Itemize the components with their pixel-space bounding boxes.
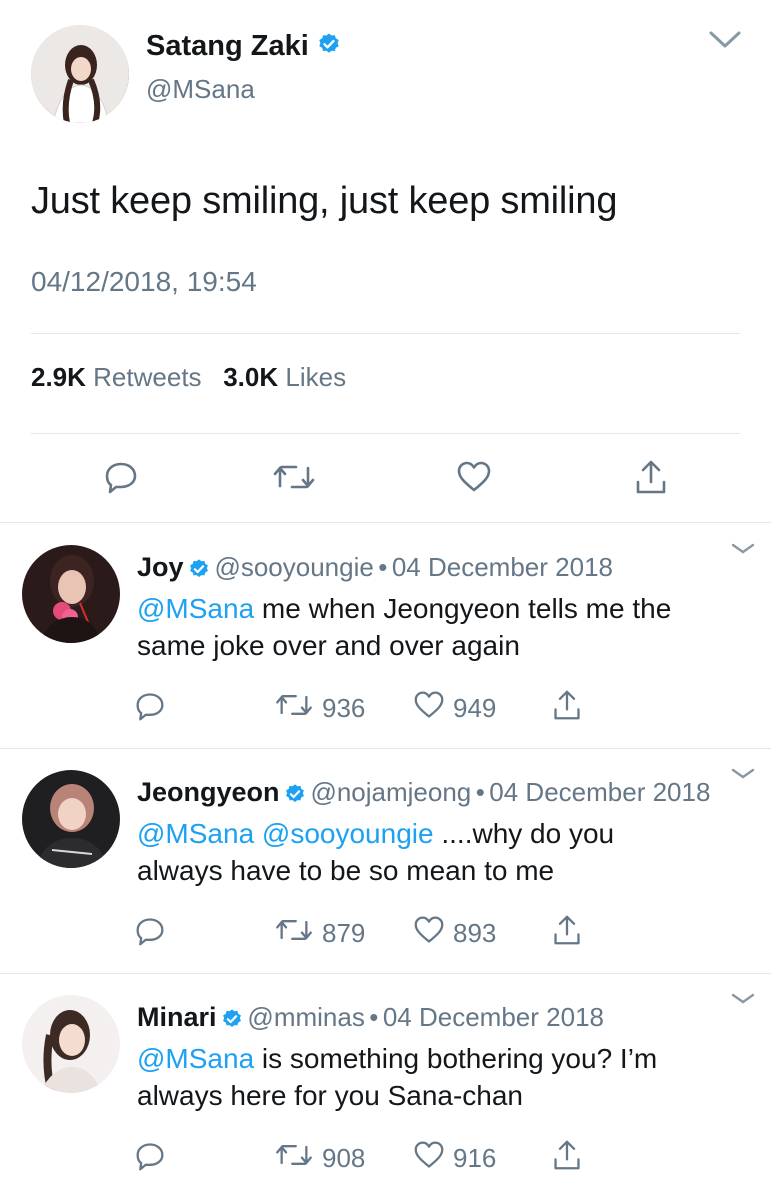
mention-link[interactable]: @MSana [137,1043,254,1074]
reply-icon[interactable] [135,1140,165,1177]
reply-header: Minari @mminas • 04 December 2018 [137,1002,604,1035]
reply-icon[interactable] [104,460,138,499]
retweet-action[interactable]: 936 [274,690,365,727]
like-icon [413,690,445,727]
main-author-handle[interactable]: @MSana [146,74,255,105]
retweet-count: 908 [322,1143,366,1173]
retweet-icon [274,1140,314,1177]
reply-date[interactable]: 04 December 2018 [489,777,710,807]
reply-date[interactable]: 04 December 2018 [392,552,613,582]
chevron-down-icon[interactable] [730,766,756,782]
chevron-down-icon[interactable] [730,541,756,557]
reply-date[interactable]: 04 December 2018 [383,1002,604,1032]
main-tweet-timestamp[interactable]: 04/12/2018, 19:54 [31,266,257,298]
main-author-name[interactable]: Satang Zaki [146,30,309,62]
main-avatar[interactable] [31,25,129,123]
reply-author-name[interactable]: Jeongyeon [137,777,280,807]
engagement-stats: 2.9K Retweets 3.0K Likes [31,362,346,393]
main-tweet-text: Just keep smiling, just keep smiling [31,180,618,222]
reply-header: Joy @sooyoungie • 04 December 2018 [137,552,613,585]
retweet-action[interactable]: 879 [274,915,365,952]
reply-text: @MSana @sooyoungie ....why do you always… [137,818,615,886]
reply-header: Jeongyeon @nojamjeong • 04 December 2018 [137,777,710,810]
retweet-icon[interactable] [272,460,316,499]
reply-avatar-minari[interactable] [22,995,120,1093]
like-action[interactable]: 949 [413,690,496,727]
share-icon[interactable] [552,913,582,952]
divider [0,973,771,974]
reply-icon[interactable] [135,915,165,952]
reply-author-name[interactable]: Minari [137,1002,217,1032]
like-action[interactable]: 893 [413,915,496,952]
reply-author-handle[interactable]: @mminas [247,1002,364,1032]
mention-link[interactable]: @MSana @sooyoungie [137,818,434,849]
reply-author-name[interactable]: Joy [137,552,184,582]
verified-badge-icon [188,558,210,585]
retweet-action[interactable]: 908 [274,1140,365,1177]
divider [31,333,740,334]
like-icon [413,1140,445,1177]
divider [0,522,771,523]
chevron-down-icon[interactable] [708,30,742,50]
reply-text: @MSana me when Jeongyeon tells me the sa… [137,593,672,661]
retweet-count: 936 [322,693,366,723]
chevron-down-icon[interactable] [730,991,756,1007]
like-action[interactable]: 916 [413,1140,496,1177]
mention-link[interactable]: @MSana [137,593,254,624]
like-count: 949 [453,693,497,723]
divider [31,433,740,434]
verified-badge-icon [284,783,306,810]
separator-dot: • [475,777,485,807]
verified-badge-icon [317,31,341,64]
share-icon[interactable] [552,688,582,727]
retweet-icon [274,690,314,727]
retweets-stat[interactable]: 2.9K Retweets [31,362,202,392]
verified-badge-icon [221,1008,243,1035]
reply-author-handle[interactable]: @nojamjeong [310,777,471,807]
share-icon[interactable] [634,458,668,501]
separator-dot: • [369,1002,379,1032]
divider [0,748,771,749]
retweet-icon [274,915,314,952]
main-author-name-row: Satang Zaki [146,30,341,64]
reply-icon[interactable] [135,690,165,727]
reply-avatar-jeongyeon[interactable] [22,770,120,868]
reply-avatar-joy[interactable] [22,545,120,643]
likes-stat[interactable]: 3.0K Likes [223,362,346,392]
retweet-count: 879 [322,918,366,948]
like-icon [413,915,445,952]
share-icon[interactable] [552,1138,582,1177]
like-count: 893 [453,918,497,948]
reply-text: @MSana is something bothering you? I’m a… [137,1043,658,1111]
like-icon[interactable] [456,460,492,499]
separator-dot: • [378,552,388,582]
like-count: 916 [453,1143,497,1173]
reply-author-handle[interactable]: @sooyoungie [214,552,373,582]
